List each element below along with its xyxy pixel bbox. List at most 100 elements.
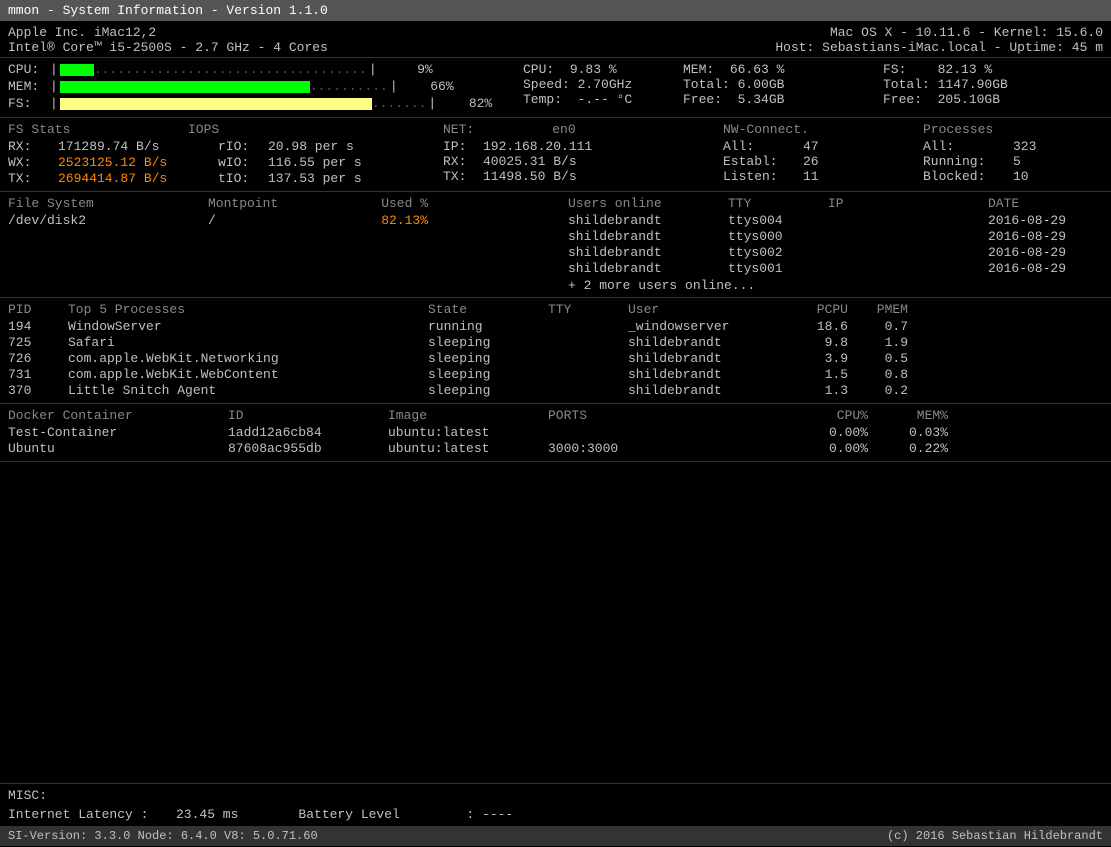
net-ip-row: IP: 192.168.20.111: [443, 139, 703, 154]
rio-value: 20.98 per s: [268, 139, 354, 154]
proc-th-pcpu: PCPU: [788, 302, 848, 317]
fs-th-filesystem: File System: [8, 196, 208, 211]
user-ip-2: [828, 245, 988, 260]
processes-count-block: Processes All: 323 Running: 5 Blocked: 1…: [923, 122, 1103, 187]
fs-th-used: Used %: [328, 196, 428, 211]
misc-battery-key: Battery Level: [298, 807, 458, 822]
users-section: Users online TTY IP DATE shildebrandt tt…: [548, 196, 1103, 293]
proc-state-0: running: [428, 319, 548, 334]
rio-label: rIO:: [218, 139, 268, 154]
proc-running: 5: [1013, 154, 1021, 169]
stat-temp-row: Temp: -.-- °C: [523, 92, 683, 107]
bars-left: CPU: | .................................…: [8, 62, 503, 113]
docker-ports-0: [548, 425, 788, 440]
proc-th-state: State: [428, 302, 548, 317]
stat-total-mem-row: Total: 6.00GB: [683, 77, 883, 92]
proc-user-2: shildebrandt: [628, 351, 788, 366]
docker-name-0: Test-Container: [8, 425, 228, 440]
nw-estab: 26: [803, 154, 819, 169]
stat-fs-value: 82.13 %: [938, 62, 993, 77]
tio-value: 137.53 per s: [268, 171, 362, 186]
host-info: Host: Sebastians-iMac.local - Uptime: 45…: [775, 40, 1103, 55]
proc-name-2: com.apple.WebKit.Networking: [68, 351, 428, 366]
stat-speed-row: Speed: 2.70GHz: [523, 77, 683, 92]
mem-bar-label: MEM:: [8, 79, 48, 94]
fs-used: 82.13%: [328, 213, 428, 228]
fs-wx-value: 2523125.12 B/s: [58, 155, 218, 170]
fs-wx-row: WX: 2523125.12 B/s wIO: 116.55 per s: [8, 155, 423, 170]
proc-th-tty: TTY: [548, 302, 628, 317]
docker-image-0: ubuntu:latest: [388, 425, 548, 440]
proc-pcpu-1: 9.8: [788, 335, 848, 350]
net-block: NET: en0 IP: 192.168.20.111 RX: 40025.31…: [443, 122, 703, 187]
net-ip: 192.168.20.111: [483, 139, 592, 154]
proc-user-3: shildebrandt: [628, 367, 788, 382]
cpu-bar-fill: [60, 64, 94, 76]
proc-tty-0: [548, 319, 628, 334]
wio-value: 116.55 per s: [268, 155, 362, 170]
stat-cpu-value: 9.83 %: [570, 62, 617, 77]
proc-pid-4: 370: [8, 383, 68, 398]
cpu-bar-dots: ...................................: [94, 62, 367, 77]
stats-col2: MEM: 66.63 % Total: 6.00GB Free: 5.34GB: [683, 62, 883, 113]
proc-pcpu-0: 18.6: [788, 319, 848, 334]
top-info-left: Apple Inc. iMac12,2 Intel® Core™ i5-2500…: [8, 25, 328, 55]
proc-count-header: Processes: [923, 122, 1103, 137]
fs-rx-value: 171289.74 B/s: [58, 139, 218, 154]
title-bar: mmon - System Information - Version 1.1.…: [0, 0, 1111, 21]
users-th-name: Users online: [568, 196, 728, 211]
processes-section: PID Top 5 Processes State TTY User PCPU …: [0, 298, 1111, 404]
mem-bar-percent: 66%: [404, 79, 454, 94]
docker-cpu-1: 0.00%: [788, 441, 868, 456]
docker-th-ports: PORTS: [548, 408, 788, 423]
user-tty-0: ttys004: [728, 213, 828, 228]
fs-bar-row: FS: | ....... | 82%: [8, 96, 503, 111]
docker-section: Docker Container ID Image PORTS CPU% MEM…: [0, 404, 1111, 462]
nw-all-row: All: 47: [723, 139, 903, 154]
stat-fs-row: FS: 82.13 %: [883, 62, 1103, 77]
stats-col1: CPU: 9.83 % Speed: 2.70GHz Temp: -.-- °C: [523, 62, 683, 113]
proc-th-name: Top 5 Processes: [68, 302, 428, 317]
proc-state-1: sleeping: [428, 335, 548, 350]
os-info: Mac OS X - 10.11.6 - Kernel: 15.6.0: [775, 25, 1103, 40]
user-date-1: 2016-08-29: [988, 229, 1088, 244]
users-th-tty: TTY: [728, 196, 828, 211]
user-ip-3: [828, 261, 988, 276]
docker-id-0: 1add12a6cb84: [228, 425, 388, 440]
user-row-1: shildebrandt ttys000 2016-08-29: [568, 229, 1103, 244]
net-tx: 11498.50 B/s: [483, 169, 577, 184]
proc-pcpu-3: 1.5: [788, 367, 848, 382]
fs-bar-fill: [60, 98, 372, 110]
footer-right: (c) 2016 Sebastian Hildebrandt: [887, 829, 1103, 843]
proc-state-4: sleeping: [428, 383, 548, 398]
docker-row-1: Ubuntu 87608ac955db ubuntu:latest 3000:3…: [8, 441, 1103, 456]
proc-tty-4: [548, 383, 628, 398]
machine-model: Apple Inc. iMac12,2: [8, 25, 328, 40]
misc-battery-value: : ----: [466, 807, 513, 822]
stat-total-fs-value: 1147.90GB: [938, 77, 1008, 92]
misc-latency-key: Internet Latency :: [8, 807, 168, 822]
fs-table: File System Montpoint Used % /dev/disk2 …: [8, 196, 548, 293]
proc-row-4: 370 Little Snitch Agent sleeping shildeb…: [8, 383, 1103, 398]
user-row-0: shildebrandt ttys004 2016-08-29: [568, 213, 1103, 228]
stat-free-mem-row: Free: 5.34GB: [683, 92, 883, 107]
user-name-2: shildebrandt: [568, 245, 728, 260]
user-date-3: 2016-08-29: [988, 261, 1088, 276]
nw-listen-row: Listen: 11: [723, 169, 903, 184]
proc-row-2: 726 com.apple.WebKit.Networking sleeping…: [8, 351, 1103, 366]
proc-th-pmem: PMEM: [848, 302, 908, 317]
docker-mem-1: 0.22%: [868, 441, 948, 456]
mem-bar-fill: [60, 81, 310, 93]
proc-pmem-0: 0.7: [848, 319, 908, 334]
fs-tx-label: TX:: [8, 171, 58, 186]
nw-estab-row: Establ: 26: [723, 154, 903, 169]
net-rx: 40025.31 B/s: [483, 154, 577, 169]
fs-net-section: FS Stats IOPS RX: 171289.74 B/s rIO: 20.…: [0, 118, 1111, 192]
cpu-bar-label: CPU:: [8, 62, 48, 77]
misc-row: Internet Latency : 23.45 ms Battery Leve…: [8, 807, 1103, 822]
stat-temp-value: -.-- °C: [578, 92, 633, 107]
proc-state-2: sleeping: [428, 351, 548, 366]
misc-latency: Internet Latency : 23.45 ms: [8, 807, 238, 822]
fs-bar-dots: .......: [372, 96, 427, 111]
proc-row-3: 731 com.apple.WebKit.WebContent sleeping…: [8, 367, 1103, 382]
